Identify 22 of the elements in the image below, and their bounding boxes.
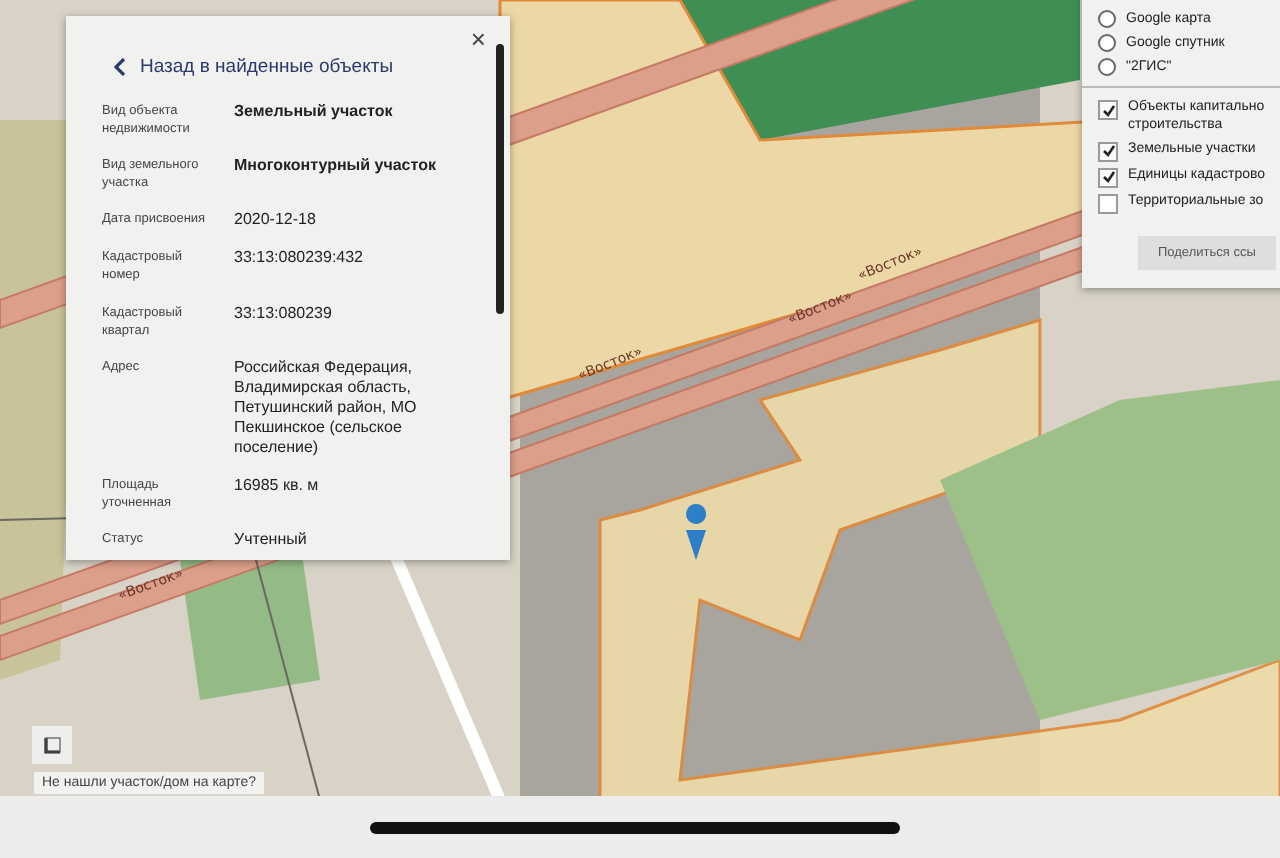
map-pin-icon [686,504,707,560]
field-value: Земельный участок [234,102,395,124]
radio-button[interactable] [1098,9,1116,27]
checkbox[interactable] [1098,193,1118,213]
scrollbar[interactable] [496,44,504,314]
field-value: Учтенный [234,529,309,550]
field-value: 33:13:080239 [234,303,334,326]
radio-button[interactable] [1098,33,1116,51]
field-value: 16985 кв. м [234,475,321,498]
checkbox[interactable] [1098,167,1118,187]
map-control-button[interactable] [32,726,72,764]
field-value: Российская Федерация, Владимирская область, Петушинский район, МО Пекшинское (сельское поселение) [234,357,419,458]
field-value: 33:13:080239:432 [234,248,366,271]
radio-button[interactable] [1098,57,1116,75]
close-button[interactable]: × [470,26,486,52]
checkbox[interactable] [1098,141,1118,161]
square-icon [43,736,61,754]
field-value: 2020-12-18 [234,210,318,231]
checkbox[interactable] [1098,100,1118,120]
chevron-left-icon [114,58,126,76]
back-link[interactable]: Назад в найденные объекты [114,56,474,78]
field-value: Многоконтурный участок [234,156,438,179]
